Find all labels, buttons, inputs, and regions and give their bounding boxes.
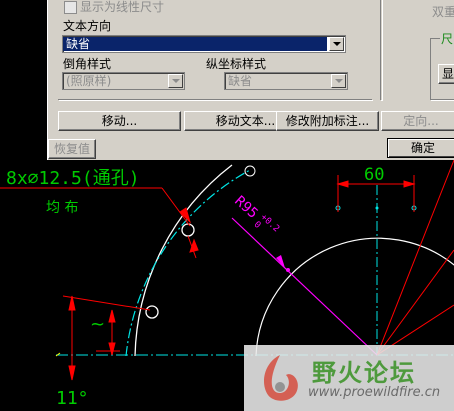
inner-arc xyxy=(255,237,454,357)
dimension-group-label: 尺 xyxy=(440,32,454,46)
hole-spec-text[interactable]: 8x∅12.5(通孔) xyxy=(6,168,140,189)
ok-button[interactable]: 确定 xyxy=(387,138,454,158)
linear-dimension-label: 显示为线性尺寸 xyxy=(80,0,165,14)
dim-60-text[interactable]: 60 xyxy=(364,165,384,185)
angle-text[interactable]: 11° xyxy=(56,388,89,409)
orient-button[interactable]: 定向... xyxy=(381,111,454,131)
r95-label[interactable]: R95 +0.2 0 xyxy=(229,192,281,241)
restore-button[interactable]: 恢复值 xyxy=(48,139,96,159)
text-direction-value: 缺省 xyxy=(63,37,327,51)
panel-bottom-divider xyxy=(58,99,372,100)
ordinate-style-select[interactable]: 缺省 xyxy=(224,72,348,90)
outer-arc xyxy=(134,164,233,357)
r95-tol-lower: 0 xyxy=(252,220,263,231)
ordinate-style-label: 纵坐标样式 xyxy=(206,57,267,71)
dropdown-button[interactable] xyxy=(168,74,183,88)
forum-watermark: 野火论坛 www.proewildfire.cn xyxy=(244,345,454,411)
chamfer-style-label: 倒角样式 xyxy=(63,57,112,71)
hole-circle[interactable] xyxy=(145,305,159,319)
move-button[interactable]: 移动... xyxy=(58,111,181,131)
ordinate-style-value: 缺省 xyxy=(228,74,253,88)
panel-divider xyxy=(380,0,382,100)
watermark-title: 野火论坛 xyxy=(312,359,416,387)
angle-dimension[interactable] xyxy=(62,295,151,381)
radius-dimension[interactable] xyxy=(231,217,378,356)
chevron-down-icon xyxy=(172,79,180,83)
dropdown-button[interactable] xyxy=(329,37,344,51)
modify-attach-button[interactable]: 修改附加标注... xyxy=(276,111,379,131)
equal-spacing-text[interactable]: 均 布 xyxy=(46,200,78,216)
dimension-properties-dialog: 显示为线性尺寸 文本方向 缺省 倒角样式 (照原样) 纵坐标样式 缺省 双重 尺… xyxy=(47,0,454,160)
pitch-circle xyxy=(125,169,251,357)
radial-leaders xyxy=(376,159,454,356)
chevron-down-icon xyxy=(333,42,341,46)
center-marker xyxy=(375,206,379,210)
text-direction-label: 文本方向 xyxy=(63,19,112,33)
approx-text[interactable]: ~ xyxy=(90,314,105,335)
watermark-url: www.proewildfire.cn xyxy=(308,385,441,400)
chevron-down-icon xyxy=(335,79,343,83)
dual-dimension-label: 双重 xyxy=(432,5,454,19)
r95-text: R95 xyxy=(231,193,261,222)
flame-logo-icon xyxy=(264,355,298,401)
chamfer-style-select[interactable]: (照原样) xyxy=(62,72,185,90)
hole-spec-leader[interactable] xyxy=(0,187,199,259)
display-button[interactable]: 显 xyxy=(438,64,454,84)
hole-circle[interactable] xyxy=(181,223,195,237)
hole-circle-top xyxy=(244,165,256,177)
linear-dimension-checkbox[interactable] xyxy=(64,1,77,14)
dropdown-button[interactable] xyxy=(331,74,346,88)
text-direction-select[interactable]: 缺省 xyxy=(62,35,346,53)
chamfer-style-value: (照原样) xyxy=(66,74,112,88)
